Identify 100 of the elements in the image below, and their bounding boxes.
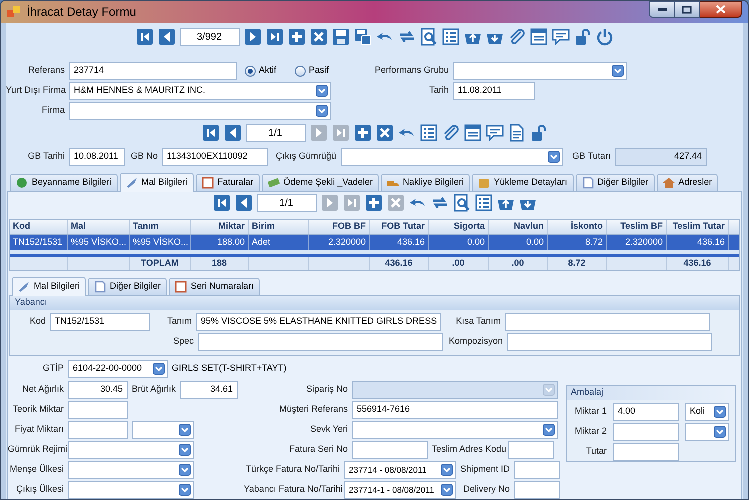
table-row[interactable]: TN152/1531 %95 VİSKO... %95 VİSKO... 188.00 Adet 2.320000 436.16 0.00 0.00 8.72 2.320000 436.16 (10, 235, 739, 250)
plus-icon[interactable] (364, 194, 382, 212)
dropdown-field[interactable] (68, 481, 194, 499)
tab[interactable]: Diğer Bilgiler (88, 278, 168, 295)
radio-button[interactable] (245, 66, 256, 76)
column-header[interactable]: Tanım (130, 220, 191, 234)
record-counter[interactable]: 1/1 (256, 194, 316, 212)
next-icon[interactable] (244, 28, 262, 46)
form-icon[interactable] (464, 124, 482, 142)
list-icon[interactable] (442, 28, 460, 46)
list-icon[interactable] (474, 194, 492, 212)
text-field[interactable]: 30.45 (68, 381, 128, 399)
document-icon[interactable] (508, 124, 526, 142)
text-field[interactable] (68, 401, 128, 419)
preview-icon[interactable] (420, 28, 438, 46)
text-field[interactable] (352, 441, 428, 459)
tab[interactable]: Mal Bilgileri (12, 277, 86, 296)
previous-icon[interactable] (224, 124, 242, 142)
text-field[interactable]: 95% VISCOSE 5% ELASTHANE KNITTED GIRLS DRESS (196, 313, 441, 331)
dropdown-field[interactable] (685, 423, 729, 441)
column-header[interactable]: Sigorta (429, 220, 489, 234)
padlock-icon[interactable] (530, 124, 548, 142)
column-header[interactable]: İskonto (548, 220, 607, 234)
tab[interactable]: Seri Numaraları (169, 278, 260, 295)
text-field[interactable]: 11.08.2011 (453, 82, 535, 100)
text-field[interactable] (507, 333, 712, 351)
dropdown-field[interactable]: H&M HENNES & MAURITZ INC. (69, 82, 331, 100)
dropdown-field[interactable] (68, 441, 194, 459)
previous-icon[interactable] (158, 28, 176, 46)
column-header[interactable]: Miktar (191, 220, 249, 234)
text-field[interactable]: 10.08.2011 (69, 148, 125, 166)
speech-bubble-icon[interactable] (486, 124, 504, 142)
paperclip-icon[interactable] (442, 124, 460, 142)
column-header[interactable]: FOB Tutar (370, 220, 429, 234)
text-field[interactable] (68, 421, 128, 439)
radio-button[interactable] (295, 66, 306, 76)
tab[interactable]: Nakliye Bilgileri (380, 174, 470, 191)
delete-icon[interactable] (376, 124, 394, 142)
text-field[interactable]: 11343100EX110092 (162, 148, 268, 166)
text-field[interactable] (198, 333, 443, 351)
record-counter[interactable]: 1/1 (246, 124, 306, 142)
dropdown-field[interactable] (68, 461, 194, 479)
last-record-icon[interactable] (266, 28, 284, 46)
text-field[interactable]: 427.44 (615, 148, 708, 166)
minimize-button[interactable] (649, 1, 675, 18)
text-field[interactable]: 556914-7616 (352, 401, 558, 419)
tab[interactable]: Beyanname Bilgileri (10, 174, 118, 191)
power-icon[interactable] (596, 28, 614, 46)
maximize-button[interactable] (675, 1, 700, 18)
field-label: Menşe Ülkesi (8, 463, 64, 476)
form-icon[interactable] (530, 28, 548, 46)
text-field[interactable]: 34.61 (180, 381, 238, 399)
dropdown-field[interactable] (69, 102, 331, 120)
dropdown-field[interactable] (453, 62, 627, 80)
text-field[interactable] (508, 441, 554, 459)
text-field[interactable]: 237714 (69, 62, 237, 80)
column-header[interactable]: Kod (10, 220, 68, 234)
text-field[interactable]: TN152/1531 (50, 313, 150, 331)
close-button[interactable] (700, 1, 742, 18)
field-label: Tanım (166, 315, 192, 328)
column-header[interactable]: Birim (249, 220, 309, 234)
dropdown-field[interactable]: Koli (685, 403, 729, 421)
tab[interactable]: Faturalar (196, 174, 260, 191)
text-field[interactable] (613, 423, 679, 441)
text-field[interactable] (613, 443, 679, 461)
text-field[interactable] (514, 481, 560, 499)
tab[interactable]: Ödeme Şekli _Vadeler (262, 174, 379, 191)
tab[interactable]: Yükleme Detayları (472, 174, 574, 191)
record-counter[interactable]: 3/992 (180, 28, 240, 46)
tab[interactable]: Diğer Bilgiler (576, 174, 655, 191)
first-record-icon[interactable] (212, 194, 230, 212)
previous-icon[interactable] (234, 194, 252, 212)
dropdown-field[interactable] (132, 421, 194, 439)
column-header[interactable]: Teslim Tutar (667, 220, 729, 234)
speech-bubble-icon[interactable] (552, 28, 570, 46)
column-header[interactable]: Mal (68, 220, 130, 234)
text-field[interactable] (505, 313, 710, 331)
first-record-icon[interactable] (136, 28, 154, 46)
save-icon[interactable] (332, 28, 350, 46)
text-field[interactable]: 4.00 (613, 403, 679, 421)
list-icon[interactable] (420, 124, 438, 142)
plus-icon[interactable] (354, 124, 372, 142)
column-header[interactable]: FOB BF (309, 220, 370, 234)
padlock-icon[interactable] (574, 28, 592, 46)
column-header[interactable]: Teslim BF (607, 220, 667, 234)
paperclip-icon[interactable] (508, 28, 526, 46)
dropdown-field[interactable]: 237714 - 08/08/2011 (344, 461, 456, 479)
dropdown-field[interactable] (340, 148, 563, 166)
dropdown-field[interactable]: 6104-22-00-0000 (68, 360, 168, 378)
save-copy-icon[interactable] (354, 28, 372, 46)
tab[interactable]: Mal Bilgileri (120, 173, 194, 192)
delete-icon[interactable] (310, 28, 328, 46)
first-record-icon[interactable] (202, 124, 220, 142)
tab[interactable]: Adresler (656, 174, 718, 191)
text-field[interactable] (514, 461, 560, 479)
plus-icon[interactable] (288, 28, 306, 46)
column-header[interactable]: Navlun (489, 220, 548, 234)
preview-icon[interactable] (452, 194, 470, 212)
dropdown-field[interactable]: 237714-1 - 08/08/2011 (344, 481, 456, 499)
dropdown-field[interactable] (352, 421, 558, 439)
